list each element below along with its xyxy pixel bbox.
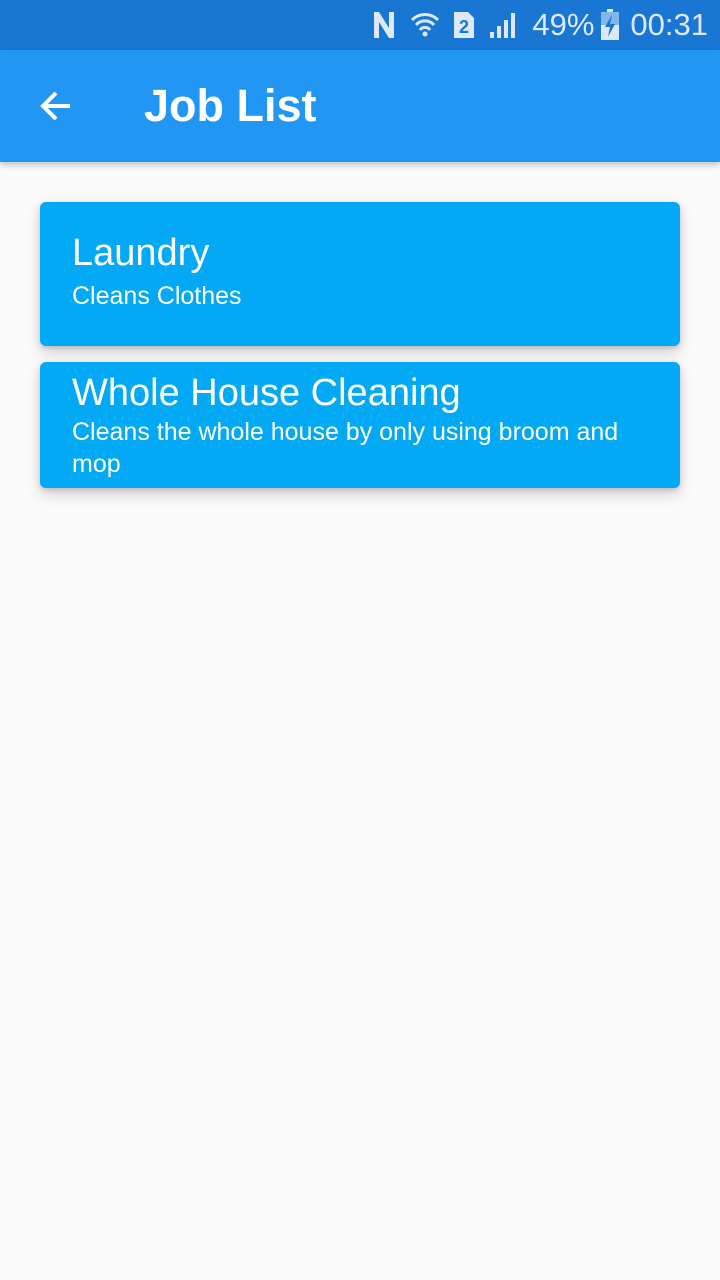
svg-text:2: 2 [459,17,469,37]
job-title: Laundry [72,232,210,274]
job-card-whole-house-cleaning[interactable]: Whole House Cleaning Cleans the whole ho… [40,362,680,488]
status-bar: 2 49% 00:31 [0,0,720,50]
job-title: Whole House Cleaning [72,372,461,414]
job-description: Cleans Clothes [72,282,242,310]
job-card-laundry[interactable]: Laundry Cleans Clothes [40,202,680,346]
arrow-back-icon [38,88,74,124]
battery-charging-icon [600,9,620,41]
nfc-icon [370,10,398,40]
sim-2-icon: 2 [452,10,476,40]
wifi-icon [410,10,440,40]
signal-icon [488,10,518,40]
page-title: Job List [144,80,317,131]
app-bar: Job List [0,50,720,162]
job-description: Cleans the whole house by only using bro… [72,418,619,478]
back-button[interactable] [20,70,92,142]
job-list: Laundry Cleans Clothes Whole House Clean… [40,202,680,488]
status-icons: 2 49% 00:31 [358,0,708,50]
clock: 00:31 [630,7,708,42]
battery-percent: 49% [532,7,595,42]
